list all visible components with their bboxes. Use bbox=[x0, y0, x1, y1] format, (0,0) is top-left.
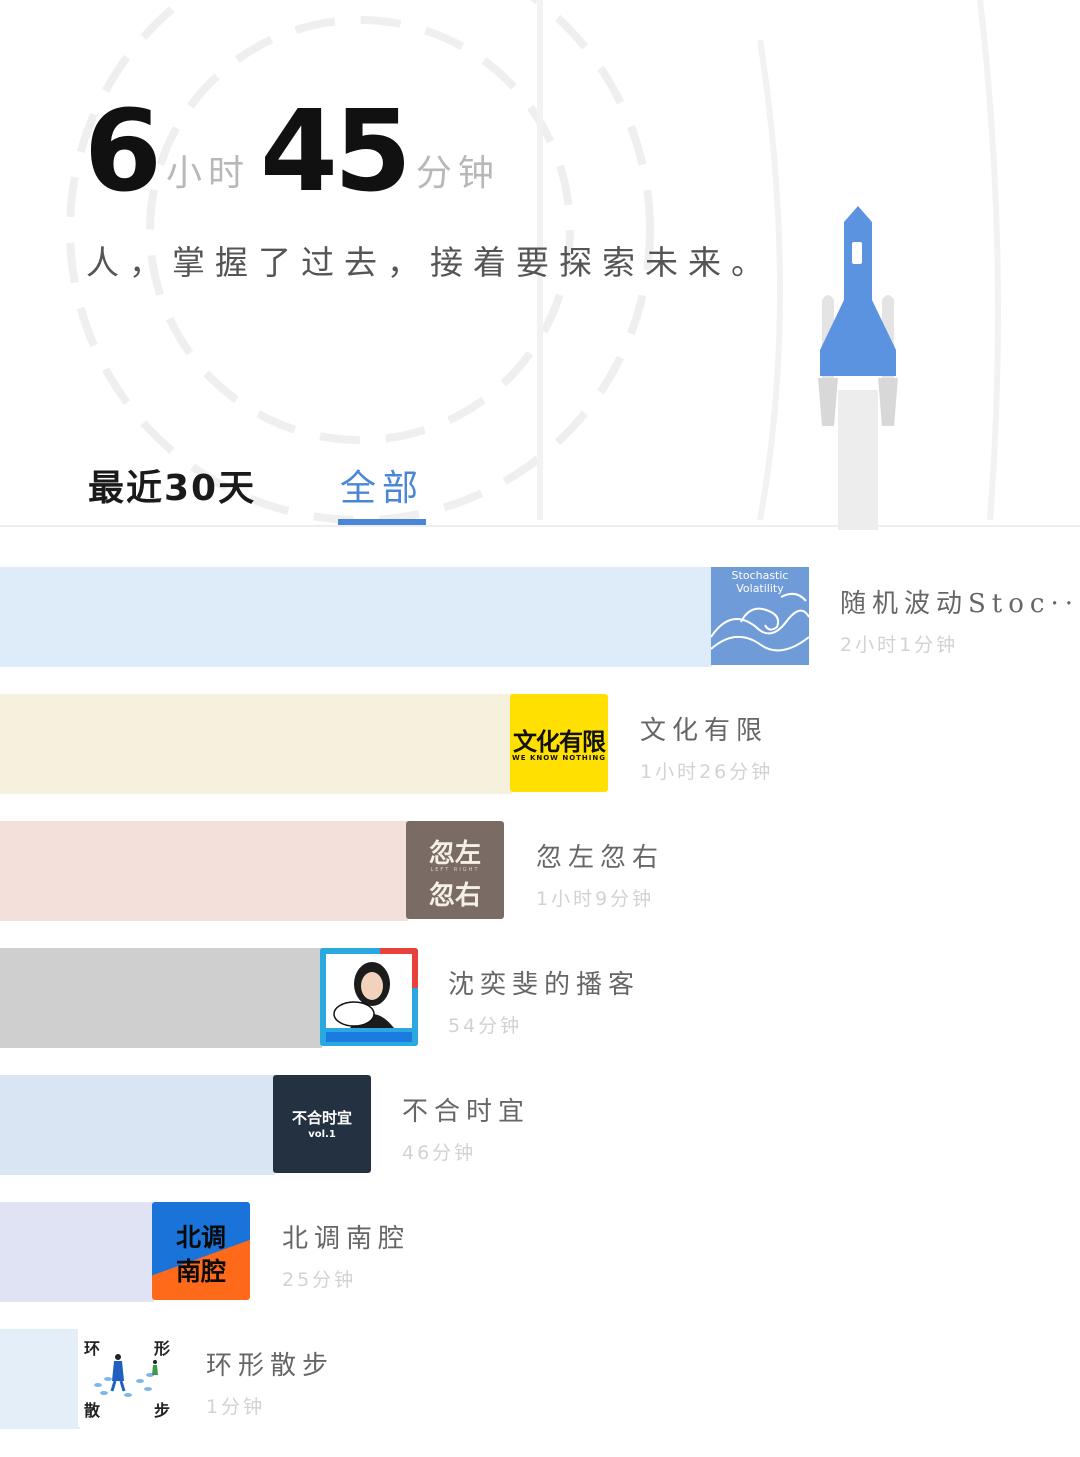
podcast-meta: 忽左忽右 1小时9分钟 bbox=[536, 837, 664, 911]
podcast-meta: 沈奕斐的播客 54分钟 bbox=[448, 964, 640, 1038]
podcast-title: 随机波动Stoc··· bbox=[840, 589, 1080, 619]
list-item[interactable]: 文化有限 WE KNOW NOTHING 文化有限 1小时26分钟 bbox=[0, 694, 1080, 794]
cover-text-2: 南腔 bbox=[175, 1257, 226, 1286]
quote-text: 人，掌握了过去，接着要探索未来。 bbox=[86, 243, 774, 282]
list-item[interactable]: 沈奕斐的播客 54分钟 bbox=[0, 948, 1080, 1048]
duration-bar bbox=[0, 1329, 80, 1429]
podcast-cover: 忽左 LEFT RIGHT 忽右 bbox=[406, 821, 504, 919]
hours-unit: 小时 bbox=[165, 153, 250, 194]
list-item[interactable]: 不合时宜 vol.1 不合时宜 46分钟 bbox=[0, 1075, 1080, 1175]
duration-bar bbox=[0, 1075, 275, 1175]
podcast-duration: 1小时26分钟 bbox=[640, 761, 774, 783]
podcast-title: 北调南腔 bbox=[282, 1224, 411, 1254]
podcast-duration: 54分钟 bbox=[448, 1015, 523, 1037]
cover-text: 不合时宜 bbox=[291, 1109, 352, 1127]
duration-bar bbox=[0, 567, 712, 667]
podcast-duration: 1小时9分钟 bbox=[536, 888, 655, 910]
podcast-cover: 不合时宜 vol.1 bbox=[273, 1075, 371, 1173]
minutes-unit: 分钟 bbox=[415, 153, 500, 194]
walking-figure-icon bbox=[94, 1354, 158, 1397]
duration-bar bbox=[0, 1202, 154, 1302]
podcast-cover: 环 形 散 步 bbox=[78, 1329, 176, 1427]
list-item[interactable]: Stochastic Volatility 随机波动Stoc··· 2小时1分钟 bbox=[0, 567, 1080, 667]
duration-bar bbox=[0, 694, 512, 794]
duration-bar bbox=[0, 821, 408, 921]
podcast-meta: 文化有限 1小时26分钟 bbox=[640, 710, 773, 784]
podcast-title: 文化有限 bbox=[640, 716, 769, 746]
podcast-duration: 46分钟 bbox=[402, 1142, 477, 1164]
cover-subtext: LEFT RIGHT bbox=[430, 867, 480, 873]
podcast-cover: Stochastic Volatility bbox=[711, 567, 809, 665]
active-tab-indicator bbox=[338, 519, 426, 525]
podcast-title: 不合时宜 bbox=[402, 1097, 531, 1127]
podcast-cover bbox=[320, 948, 418, 1046]
podcast-title: 环形散步 bbox=[206, 1351, 335, 1381]
podcast-cover: 北调 南腔 bbox=[152, 1202, 250, 1300]
podcast-duration: 2小时1分钟 bbox=[840, 634, 959, 656]
tab-recent-30-days[interactable]: 最近30天 bbox=[88, 459, 256, 511]
cover-text-2: 忽右 bbox=[428, 881, 481, 911]
podcast-title: 沈奕斐的播客 bbox=[448, 970, 641, 1000]
list-item[interactable]: 忽左 LEFT RIGHT 忽右 忽左忽右 1小时9分钟 bbox=[0, 821, 1080, 921]
cover-text: 北调 bbox=[175, 1223, 226, 1252]
podcast-meta: 随机波动Stoc··· 2小时1分钟 bbox=[840, 583, 1080, 657]
period-tabs: 最近30天 全部 bbox=[0, 455, 1080, 527]
podcast-meta: 不合时宜 46分钟 bbox=[402, 1091, 530, 1165]
total-listening-time: 6 小时 45 分钟 bbox=[84, 87, 510, 217]
podcast-meta: 北调南腔 25分钟 bbox=[282, 1218, 410, 1292]
cover-subtext: WE KNOW NOTHING bbox=[512, 754, 606, 762]
wave-icon bbox=[711, 592, 809, 652]
list-item[interactable]: 北调 南腔 北调南腔 25分钟 bbox=[0, 1202, 1080, 1302]
podcast-duration: 1分钟 bbox=[206, 1396, 266, 1418]
podcast-cover: 文化有限 WE KNOW NOTHING bbox=[510, 694, 608, 792]
podcast-duration: 25分钟 bbox=[282, 1269, 357, 1291]
cover-text: 忽左 bbox=[428, 839, 481, 869]
hours-value: 6 bbox=[84, 87, 162, 217]
cover-subtext: vol.1 bbox=[308, 1129, 336, 1140]
minutes-value: 45 bbox=[259, 87, 412, 217]
podcast-title: 忽左忽右 bbox=[536, 843, 665, 873]
cover-text: 文化有限 bbox=[513, 728, 606, 756]
list-item[interactable]: 环 形 散 步 环形散步 1分钟 bbox=[0, 1329, 1080, 1429]
duration-bar bbox=[0, 948, 322, 1048]
tab-all[interactable]: 全部 bbox=[340, 459, 424, 511]
podcast-meta: 环形散步 1分钟 bbox=[206, 1345, 334, 1419]
portrait-icon bbox=[320, 948, 418, 1046]
